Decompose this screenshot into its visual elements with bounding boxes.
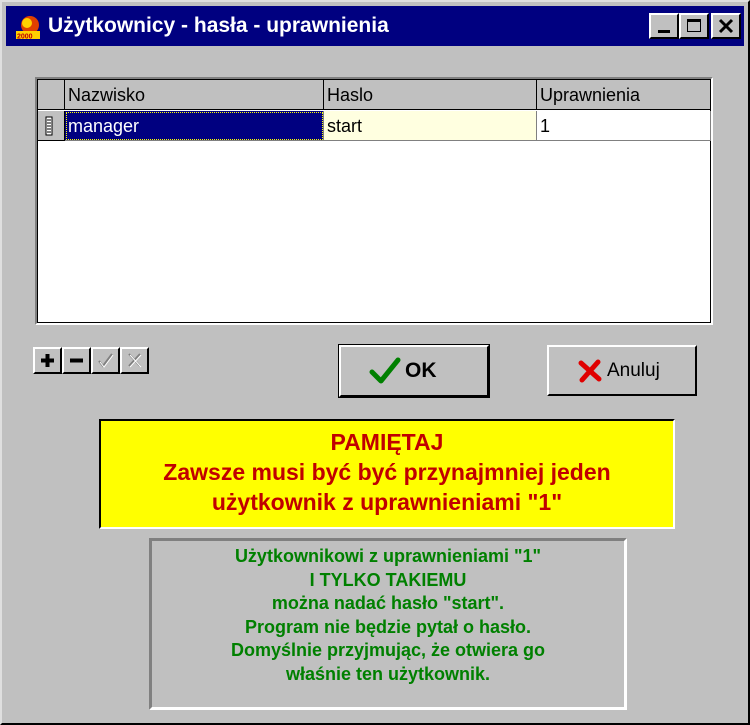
warning-panel: PAMIĘTAJ Zawsze musi być być przynajmnie… <box>99 419 675 529</box>
info-line: Użytkownikowi z uprawnieniami "1" <box>234 546 542 566</box>
red-x-icon <box>578 359 602 383</box>
maximize-icon <box>687 19 701 32</box>
info-line: I TYLKO TAKIEMU <box>309 569 467 590</box>
column-header-uprawnienia[interactable]: Uprawnienia <box>537 80 711 110</box>
minimize-button[interactable] <box>649 13 679 39</box>
cancel-button[interactable]: Anuluj <box>547 345 697 396</box>
cell-nazwisko[interactable]: manager <box>65 111 324 141</box>
window-title: Użytkownicy - hasła - uprawnienia <box>48 14 389 37</box>
app-icon: 2000 <box>16 16 40 41</box>
info-line: Domyślnie przyjmując, że otwiera go <box>230 640 546 660</box>
delete-button[interactable] <box>62 347 91 374</box>
close-icon <box>718 18 734 34</box>
column-header-haslo[interactable]: Haslo <box>324 80 537 110</box>
minimize-icon <box>658 30 670 33</box>
checkmark-icon <box>369 357 401 384</box>
cell-haslo[interactable]: start <box>324 111 537 141</box>
maximize-button[interactable] <box>679 13 709 39</box>
insert-button[interactable] <box>33 347 62 374</box>
info-line: Program nie będzie pytał o hasło. <box>244 616 532 637</box>
warning-line: użytkownik z uprawnieniami "1" <box>211 489 563 515</box>
cancel-label: Anuluj <box>607 360 660 381</box>
cell-uprawnienia[interactable]: 1 <box>537 111 711 141</box>
cancel-edit-button[interactable] <box>120 347 149 374</box>
users-dialog: 2000 Użytkownicy - hasła - uprawnienia N… <box>0 0 750 725</box>
x-icon <box>128 353 142 368</box>
minus-icon <box>70 358 83 363</box>
users-grid[interactable]: Nazwisko Haslo Uprawnienia manager start… <box>35 77 713 325</box>
svg-text:2000: 2000 <box>17 34 33 41</box>
close-button[interactable] <box>711 13 741 39</box>
indicator-header <box>38 80 65 110</box>
warning-line: Zawsze musi być być przynajmniej jeden <box>163 459 611 485</box>
row-indicator[interactable] <box>38 111 65 141</box>
plus-icon <box>41 354 54 367</box>
title-bar[interactable]: 2000 Użytkownicy - hasła - uprawnienia <box>6 6 744 46</box>
info-line: właśnie ten użytkownik. <box>285 663 491 684</box>
info-line: można nadać hasło "start". <box>271 593 505 613</box>
warning-title: PAMIĘTAJ <box>330 429 444 455</box>
post-button[interactable] <box>91 347 120 374</box>
ok-button[interactable]: OK <box>338 344 490 398</box>
ok-label: OK <box>405 359 437 382</box>
edit-indicator-icon <box>45 116 53 136</box>
column-header-nazwisko[interactable]: Nazwisko <box>65 80 324 110</box>
info-panel: Użytkownikowi z uprawnieniami "1" I TYLK… <box>149 538 627 710</box>
check-icon <box>98 353 114 368</box>
